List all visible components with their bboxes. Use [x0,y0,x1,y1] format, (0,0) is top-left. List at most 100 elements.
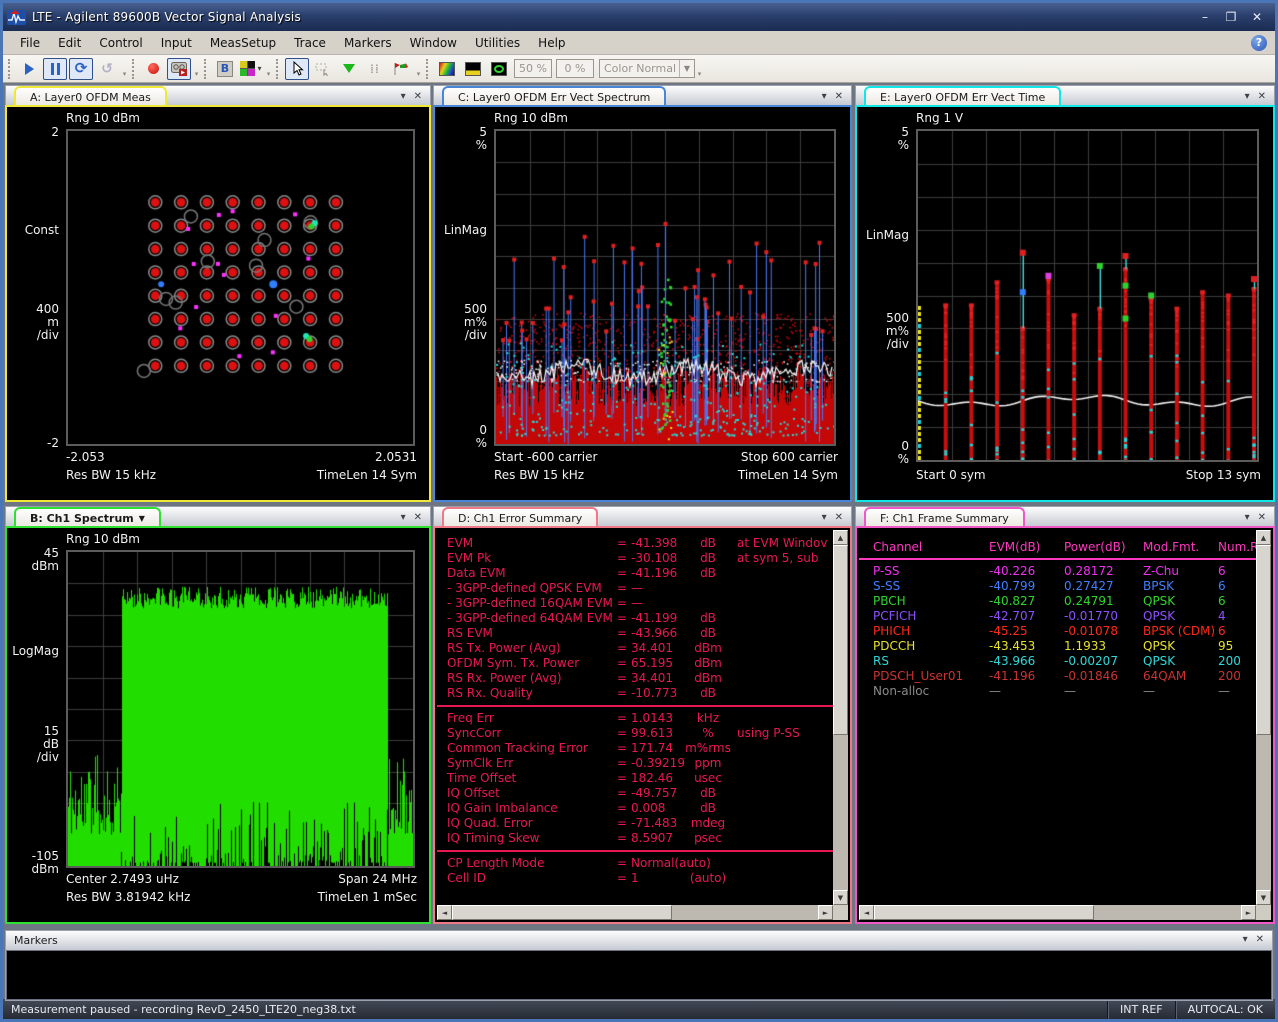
menu-markers[interactable]: Markers [335,33,401,53]
spectrogram-button[interactable] [435,58,459,80]
error-summary-row: EVM Pk=-30.108dBat sym 5, sub [437,551,833,566]
y-axis-scale: 15dB/div [37,725,59,764]
panel-c-tab[interactable]: C: Layer0 OFDM Err Vect Spectrum [442,86,666,105]
scroll-right-icon[interactable]: ► [1241,905,1256,920]
panel-f-tab[interactable]: F: Ch1 Frame Summary [864,507,1025,526]
scroll-left-icon[interactable]: ◄ [437,905,452,920]
panel-close-icon[interactable]: ✕ [414,512,422,523]
minimize-button[interactable]: – [1197,10,1213,24]
panel-d-tab[interactable]: D: Ch1 Error Summary [442,507,598,526]
error-summary-row: SyncCorr=99.613%using P-SS [437,726,833,741]
menu-utilities[interactable]: Utilities [466,33,529,53]
restart-button[interactable]: ⟳ [69,58,93,80]
constellation-plot[interactable] [66,129,415,446]
panel-minimize-icon[interactable]: ▾ [1245,91,1250,102]
panel-close-icon[interactable]: ✕ [1258,512,1266,523]
vertical-scrollbar[interactable]: ▲ ▼ [1256,530,1271,905]
scrollbar-thumb[interactable] [452,905,672,920]
offset-bars-button[interactable]: ⁞⁞ [363,58,387,80]
record-button[interactable] [141,58,165,80]
menu-trace[interactable]: Trace [285,33,335,53]
toolbar-overflow-icon[interactable]: ▾ [414,58,423,80]
err-vect-spectrum-plot[interactable] [494,129,836,446]
range-label: Rng 1 V [916,111,963,125]
toolbar-overflow-icon[interactable]: ▾ [264,58,273,80]
spectrum-trace-icon [465,62,481,76]
close-button[interactable]: ✕ [1249,10,1265,24]
spectrum-plot[interactable] [66,550,415,868]
play-button[interactable] [17,58,41,80]
panel-minimize-icon[interactable]: ▾ [401,91,406,102]
toolbar-overflow-icon[interactable]: ▾ [120,58,129,80]
color-mode-select[interactable]: Color Normal ▼ [599,59,695,78]
x-axis-left: -2.053 [66,450,105,464]
panel-e-err-time: E: Layer0 OFDM Err Vect Time ▾✕ Rng 1 V … [855,85,1275,502]
help-icon[interactable]: ? [1251,35,1267,51]
single-run-button[interactable]: ↺ [95,58,119,80]
menu-input[interactable]: Input [152,33,201,53]
panel-minimize-icon[interactable]: ▾ [822,512,827,523]
peak-search-button[interactable] [337,58,361,80]
panel-a-tab[interactable]: A: Layer0 OFDM Meas [14,86,167,105]
menu-help[interactable]: Help [529,33,574,53]
input-b-button[interactable]: B [213,58,237,80]
panel-minimize-icon[interactable]: ▾ [1245,512,1250,523]
horizontal-scrollbar[interactable]: ◄ ► [437,905,833,920]
chevron-down-icon: ▼ [679,60,694,77]
panel-minimize-icon[interactable]: ▾ [401,512,406,523]
panel-minimize-icon[interactable]: ▾ [1243,934,1248,945]
channel-row: Non-alloc———— [859,684,1256,699]
marker-flag-button[interactable] [389,58,413,80]
scroll-up-icon[interactable]: ▲ [1256,530,1271,545]
y-axis-bottom: 0% [898,440,909,466]
scrollbar-thumb[interactable] [1256,545,1271,735]
eye-diagram-button[interactable] [487,58,511,80]
scroll-down-icon[interactable]: ▼ [1256,890,1271,905]
eye-diagram-icon [491,62,507,76]
scroll-down-icon[interactable]: ▼ [833,890,848,905]
panel-minimize-icon[interactable]: ▾ [822,91,827,102]
y-axis-scale: 400m/div [36,303,59,342]
scrollbar-thumb[interactable] [874,905,1094,920]
menu-window[interactable]: Window [401,33,466,53]
scroll-left-icon[interactable]: ◄ [859,905,874,920]
transparency-input[interactable]: 50 % [514,59,552,78]
error-summary-row: IQ Offset=-49.757dB [437,786,833,801]
offset-bars-icon: ⁞⁞ [370,62,380,76]
panel-close-icon[interactable]: ✕ [414,91,422,102]
panel-close-icon[interactable]: ✕ [1258,91,1266,102]
panel-e-tab[interactable]: E: Layer0 OFDM Err Vect Time [864,86,1061,105]
err-vect-time-plot[interactable] [916,129,1259,462]
layout-grid-button[interactable]: ▾ [239,58,263,80]
toolbar-grip [132,59,137,79]
band-select-button[interactable] [311,58,335,80]
panel-close-icon[interactable]: ✕ [835,91,843,102]
error-summary-content: EVM=-41.398dBat EVM WindovEVM Pk=-30.108… [437,530,833,905]
panel-close-icon[interactable]: ✕ [835,512,843,523]
menu-control[interactable]: Control [90,33,151,53]
toolbar-overflow-icon[interactable]: ▾ [192,58,201,80]
y-axis-format: LinMag [866,229,909,242]
pause-button[interactable] [43,58,67,80]
vertical-scrollbar[interactable]: ▲ ▼ [833,530,848,905]
chevron-down-icon[interactable]: ▼ [139,514,145,523]
spectrum-trace-button[interactable] [461,58,485,80]
rotation-input[interactable]: 0 % [556,59,594,78]
error-summary-row: IQ Gain Imbalance=0.008dB [437,801,833,816]
maximize-button[interactable]: ❐ [1223,10,1239,24]
y-axis-format: Const [25,224,59,237]
scrollbar-thumb[interactable] [833,545,848,735]
horizontal-scrollbar[interactable]: ◄ ► [859,905,1256,920]
scroll-up-icon[interactable]: ▲ [833,530,848,545]
frame-summary-header: ChannelEVM(dB)Power(dB)Mod.Fmt.Num.RB [859,540,1256,555]
error-summary-row: - 3GPP-defined 16QAM EVM=— [437,596,833,611]
menu-edit[interactable]: Edit [49,33,90,53]
panel-b-tab[interactable]: B: Ch1 Spectrum▼ [14,507,161,526]
menu-meassetup[interactable]: MeasSetup [201,33,285,53]
scroll-right-icon[interactable]: ► [818,905,833,920]
menu-file[interactable]: File [11,33,49,53]
pointer-button[interactable] [285,58,309,80]
toolbar-overflow-icon[interactable]: ▾ [695,58,704,80]
recorder-playback-button[interactable] [167,58,191,80]
panel-close-icon[interactable]: ✕ [1256,934,1264,945]
